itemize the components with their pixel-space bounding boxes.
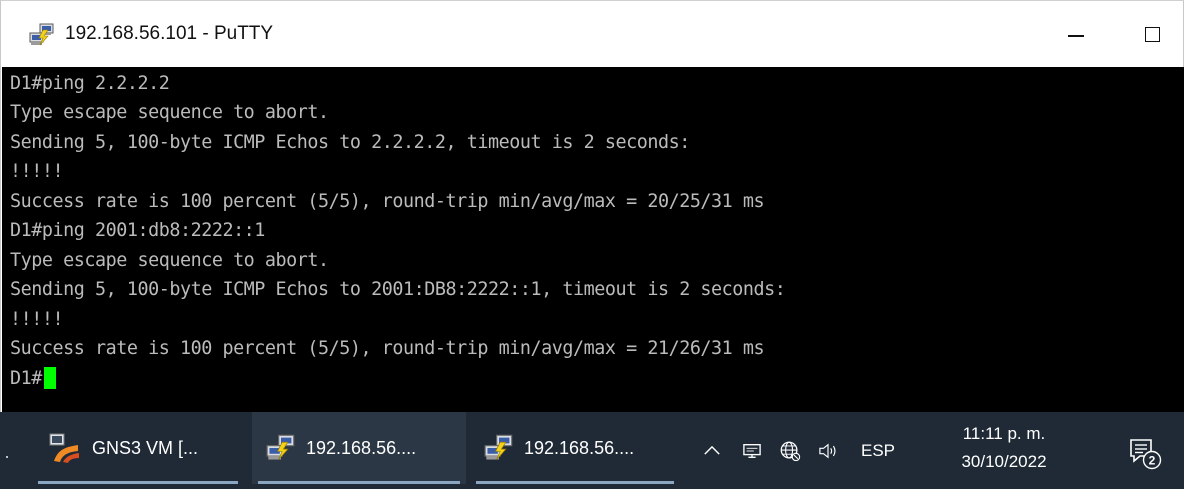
input-language-label: ESP [860, 440, 896, 460]
terminal-line: !!!!! [10, 161, 64, 182]
gns3-icon [49, 433, 79, 463]
terminal-prompt-line: D1# [10, 366, 56, 392]
running-indicator [38, 481, 238, 484]
terminal-line: D1#ping 2001:db8:2222::1 [10, 220, 265, 241]
window-title: 192.168.56.101 - PuTTY [65, 23, 274, 44]
network-icon [743, 443, 761, 458]
putty-icon [266, 434, 295, 460]
terminal-prompt: D1# [10, 368, 42, 389]
notification-icon: 2 [1130, 439, 1162, 470]
clock-button[interactable]: 11:11 p. m. 30/10/2022 [948, 420, 1060, 476]
terminal-line: D1#ping 2.2.2.2 [10, 73, 170, 94]
clock-time: 11:11 p. m. [962, 424, 1046, 443]
show-hidden-icons-button[interactable] [694, 412, 730, 489]
running-indicator [258, 481, 460, 484]
network-button[interactable] [734, 412, 770, 489]
taskbar-item-label: GNS3 VM [... [92, 437, 199, 458]
taskbar-item-gns3[interactable]: GNS3 VM [... [32, 412, 244, 484]
terminal-line: Sending 5, 100-byte ICMP Echos to 2001:D… [10, 279, 786, 300]
notification-count: 2 [1149, 454, 1156, 468]
taskbar: GNS3 VM [... 192.168.56.... 192.168.56..… [0, 412, 1184, 489]
taskbar-item-putty-2[interactable]: 192.168.56.... [470, 412, 680, 484]
title-bar[interactable]: 192.168.56.101 - PuTTY [1, 1, 1183, 67]
terminal-line: Success rate is 100 percent (5/5), round… [10, 338, 765, 359]
chevron-up-icon [704, 445, 720, 455]
terminal-screen[interactable]: D1#ping 2.2.2.2 Type escape sequence to … [2, 67, 1184, 412]
volume-icon [819, 442, 836, 459]
terminal-line: Type escape sequence to abort. [10, 250, 329, 271]
running-indicator [476, 481, 674, 484]
action-center-button[interactable]: 2 [1128, 436, 1162, 470]
putty-window: 192.168.56.101 - PuTTY D1#ping 2.2.2.2 T… [0, 0, 1184, 412]
maximize-button[interactable] [1129, 13, 1175, 55]
taskbar-item-label: 192.168.56.... [306, 437, 417, 458]
terminal-line: Type escape sequence to abort. [10, 102, 329, 123]
terminal-line: Sending 5, 100-byte ICMP Echos to 2.2.2.… [10, 132, 690, 153]
language-globe-icon [780, 441, 801, 461]
volume-button[interactable] [810, 412, 846, 489]
language-globe-button[interactable] [772, 412, 808, 489]
taskbar-item-putty-1[interactable]: 192.168.56.... [252, 412, 466, 484]
terminal-line: !!!!! [10, 309, 64, 330]
maximize-icon [1144, 26, 1160, 42]
terminal-cursor [43, 367, 56, 389]
putty-icon [29, 23, 54, 46]
minimize-button[interactable] [1053, 13, 1099, 55]
terminal-line: Success rate is 100 percent (5/5), round… [10, 191, 765, 212]
show-desktop-edge[interactable] [6, 456, 8, 458]
input-language-button[interactable]: ESP [850, 412, 906, 489]
clock-date: 30/10/2022 [961, 452, 1047, 471]
taskbar-item-label: 192.168.56.... [524, 437, 635, 458]
minimize-icon [1068, 35, 1084, 37]
putty-icon [484, 434, 513, 460]
